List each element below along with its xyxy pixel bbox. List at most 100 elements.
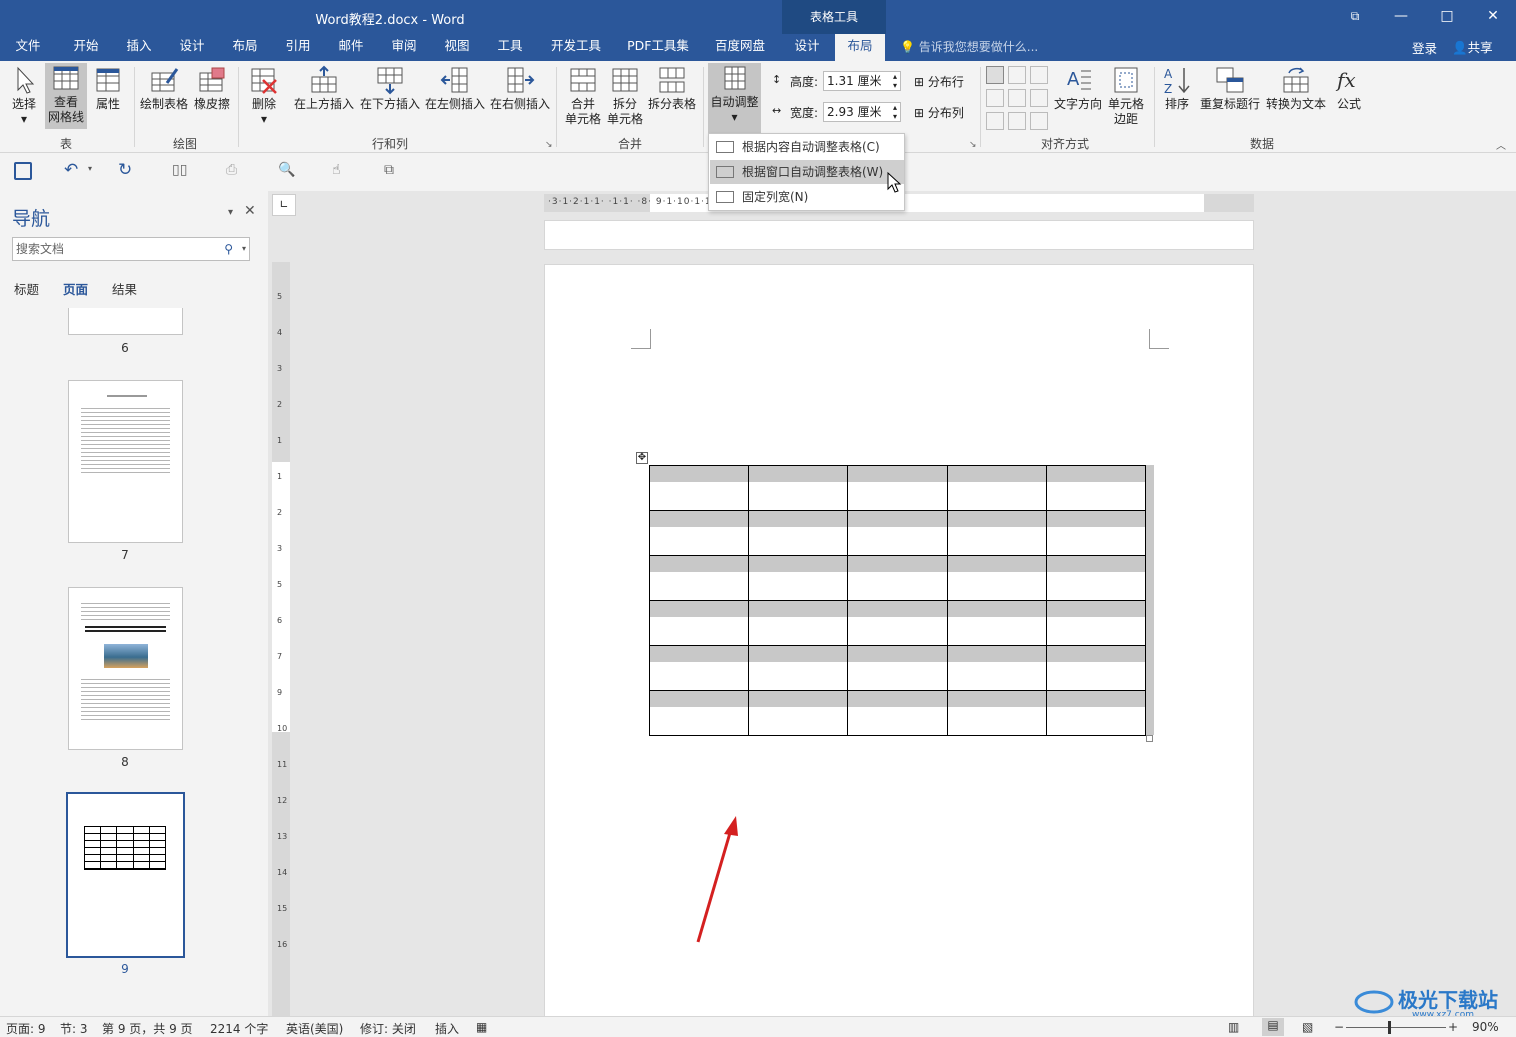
align-middle-right-icon[interactable]	[1030, 89, 1048, 107]
table-cell[interactable]	[946, 690, 1047, 736]
table-cell[interactable]	[1045, 645, 1147, 691]
table-cell[interactable]	[748, 555, 849, 601]
merge-cells-button[interactable]: 合并 单元格	[562, 65, 604, 127]
tab-tools[interactable]: 工具	[488, 34, 532, 61]
tab-home[interactable]: 开始	[64, 34, 108, 61]
split-table-button[interactable]: 拆分表格	[646, 65, 698, 112]
table-cell[interactable]	[648, 690, 750, 736]
status-word-count[interactable]: 2214 个字	[210, 1020, 268, 1037]
table-cell[interactable]	[1045, 465, 1147, 511]
tab-stop-selector[interactable]: ∟	[272, 194, 296, 216]
collapse-ribbon-icon[interactable]: ︿	[1496, 137, 1506, 152]
row-height-input[interactable]: 1.31 厘米 ▴ ▾	[823, 71, 901, 91]
table-cell[interactable]	[648, 555, 750, 601]
delete-button[interactable]: 删除 ▾	[244, 65, 284, 127]
nav-tab-headings[interactable]: 标题	[14, 279, 39, 298]
align-bottom-right-icon[interactable]	[1030, 112, 1048, 130]
cell-margins-button[interactable]: 单元格 边距	[1104, 65, 1148, 127]
table-cell[interactable]	[748, 645, 849, 691]
draw-table-button[interactable]: 绘制表格	[138, 65, 190, 112]
align-top-center-icon[interactable]	[1008, 66, 1026, 84]
tab-layout[interactable]: 布局	[223, 34, 267, 61]
menu-item-autofit-window[interactable]: 根据窗口自动调整表格(W)	[710, 160, 904, 184]
search-dropdown-icon[interactable]: ▾	[242, 238, 246, 260]
status-page-count[interactable]: 第 9 页，共 9 页	[102, 1020, 193, 1037]
nav-search-input[interactable]: 搜索文档 ⚲ ▾	[12, 237, 250, 261]
tab-file[interactable]: 文件	[6, 34, 50, 61]
column-width-input[interactable]: 2.93 厘米 ▴ ▾	[823, 102, 901, 122]
table-cell[interactable]	[748, 510, 849, 556]
sort-button[interactable]: AZ 排序	[1160, 65, 1194, 112]
table-resize-handle[interactable]	[1146, 735, 1153, 742]
table-cell[interactable]	[1045, 555, 1147, 601]
align-center-icon[interactable]	[1008, 89, 1026, 107]
table-cell[interactable]	[648, 645, 750, 691]
align-bottom-center-icon[interactable]	[1008, 112, 1026, 130]
minimize-button[interactable]: —	[1378, 0, 1424, 32]
tab-insert[interactable]: 插入	[117, 34, 161, 61]
status-language[interactable]: 英语(美国)	[286, 1020, 343, 1037]
insert-above-button[interactable]: 在上方插入	[292, 65, 356, 112]
read-mode-view-icon[interactable]: ▥	[1228, 1020, 1239, 1034]
nav-tab-results[interactable]: 结果	[112, 279, 137, 298]
menu-item-autofit-contents[interactable]: 根据内容自动调整表格(C)	[710, 135, 904, 159]
table-cell[interactable]	[748, 600, 849, 646]
page-thumbnail-6[interactable]	[68, 308, 183, 335]
undo-icon[interactable]: ↶	[64, 160, 78, 180]
search-icon[interactable]: ⚲	[224, 238, 233, 260]
split-cells-button[interactable]: 拆分 单元格	[604, 65, 646, 127]
table-cell[interactable]	[648, 465, 750, 511]
menu-item-fixed-width[interactable]: 固定列宽(N)	[710, 185, 904, 209]
ribbon-display-button[interactable]: ⧉	[1332, 0, 1378, 32]
tab-developer[interactable]: 开发工具	[545, 34, 607, 61]
maximize-button[interactable]: □	[1424, 0, 1470, 32]
tab-view[interactable]: 视图	[435, 34, 479, 61]
nav-close-icon[interactable]: ✕	[244, 203, 256, 219]
print-icon[interactable]: ⎙	[226, 162, 237, 178]
view-gridlines-button[interactable]: 查看 网格线	[45, 63, 87, 129]
table-cell[interactable]	[946, 465, 1047, 511]
tell-me-box[interactable]: 💡 告诉我您想要做什么...	[900, 38, 1038, 55]
tab-review[interactable]: 审阅	[382, 34, 426, 61]
table-cell[interactable]	[847, 465, 948, 511]
properties-button[interactable]: 属性	[90, 65, 126, 112]
table-cell[interactable]	[847, 555, 948, 601]
tab-mailings[interactable]: 邮件	[329, 34, 373, 61]
status-insert-mode[interactable]: 插入	[435, 1020, 459, 1037]
insert-right-button[interactable]: 在右侧插入	[488, 65, 552, 112]
read-mode-icon[interactable]: ▯▯	[172, 162, 187, 178]
zoom-in-icon[interactable]: +	[1448, 1020, 1458, 1034]
zoom-slider-thumb[interactable]	[1388, 1021, 1391, 1034]
align-top-right-icon[interactable]	[1030, 66, 1048, 84]
table-cell[interactable]	[748, 465, 849, 511]
zoom-out-icon[interactable]: −	[1334, 1020, 1344, 1034]
align-middle-left-icon[interactable]	[986, 89, 1004, 107]
share-button[interactable]: 👤共享	[1452, 37, 1493, 56]
touch-mode-icon[interactable]: ☝	[332, 162, 341, 178]
tab-pdf-tools[interactable]: PDF工具集	[624, 34, 692, 61]
nav-tab-pages[interactable]: 页面	[63, 279, 88, 298]
zoom-slider[interactable]	[1346, 1027, 1446, 1028]
dialog-launcher-icon[interactable]: ↘	[969, 140, 977, 150]
print-layout-view-icon[interactable]: ▤	[1262, 1018, 1284, 1036]
table-cell[interactable]	[946, 510, 1047, 556]
select-button[interactable]: 选择 ▾	[6, 65, 42, 127]
status-page[interactable]: 页面: 9	[6, 1020, 46, 1037]
customize-qat-icon[interactable]: ⧉	[384, 162, 394, 178]
insert-left-button[interactable]: 在左侧插入	[423, 65, 487, 112]
table-cell[interactable]	[748, 690, 849, 736]
nav-options-icon[interactable]: ▾	[228, 207, 233, 218]
distribute-cols-button[interactable]: ⊞ 分布列	[914, 104, 964, 121]
repeat-header-button[interactable]: 重复标题行	[1198, 65, 1262, 112]
undo-dropdown-icon[interactable]: ▾	[88, 164, 92, 173]
tab-references[interactable]: 引用	[276, 34, 320, 61]
table-cell[interactable]	[847, 690, 948, 736]
tab-design[interactable]: 设计	[170, 34, 214, 61]
table-cell[interactable]	[946, 645, 1047, 691]
document-table[interactable]	[648, 465, 1147, 736]
table-cell[interactable]	[1045, 690, 1147, 736]
dialog-launcher-icon[interactable]: ↘	[545, 140, 553, 150]
page-thumbnail-9-selected[interactable]	[66, 792, 185, 958]
sign-in-link[interactable]: 登录	[1412, 38, 1437, 57]
redo-icon[interactable]: ↻	[118, 160, 132, 180]
